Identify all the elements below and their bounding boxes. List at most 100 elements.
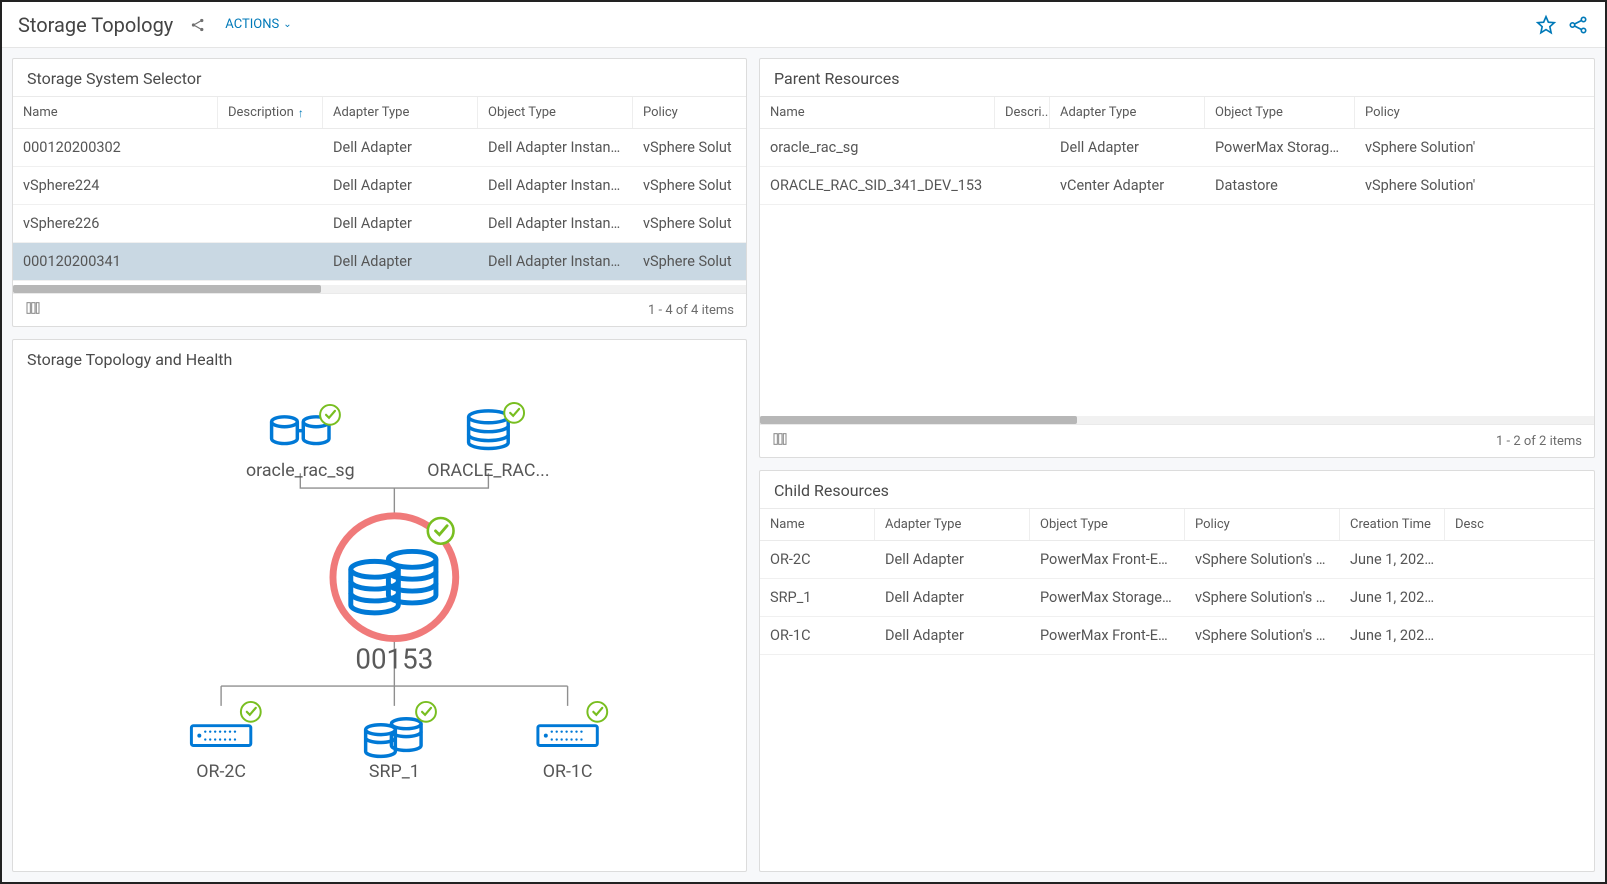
actions-dropdown[interactable]: ACTIONS ⌄ <box>225 17 291 32</box>
table-row[interactable]: ORACLE_RAC_SID_341_DEV_153vCenter Adapte… <box>760 167 1594 205</box>
panel-title: Storage Topology and Health <box>13 340 746 377</box>
cell-policy: vSphere Solut <box>633 167 746 204</box>
col-adapter-type[interactable]: Adapter Type <box>1050 97 1205 128</box>
table-row[interactable]: vSphere226Dell AdapterDell Adapter Insta… <box>13 205 746 243</box>
table-row[interactable]: 000120200302Dell AdapterDell Adapter Ins… <box>13 129 746 167</box>
storage-topology-health-panel: Storage Topology and Health <box>12 339 747 872</box>
col-adapter-type[interactable]: Adapter Type <box>323 97 478 128</box>
cell-adapter: Dell Adapter <box>323 243 478 280</box>
table-row[interactable]: SRP_1Dell AdapterPowerMax Storage ...vSp… <box>760 579 1594 617</box>
table-row[interactable]: vSphere224Dell AdapterDell Adapter Insta… <box>13 167 746 205</box>
cell-adapter: Dell Adapter <box>323 129 478 166</box>
parent-count: 1 - 2 of 2 items <box>1496 434 1582 449</box>
cell-name: 000120200302 <box>13 129 218 166</box>
cell-desc <box>218 129 323 166</box>
cell-name: OR-1C <box>760 617 875 654</box>
col-object-type[interactable]: Object Type <box>1030 509 1185 540</box>
cell-policy: vSphere Solution' <box>1355 129 1594 166</box>
table-row[interactable]: oracle_rac_sg Dell AdapterPowerMax Storag… <box>760 129 1594 167</box>
status-ok-icon <box>428 518 454 544</box>
child-body: OR-2CDell AdapterPowerMax Front-En...vSp… <box>760 541 1594 655</box>
cell-name: vSphere224 <box>13 167 218 204</box>
columns-icon[interactable] <box>772 431 788 451</box>
cell-policy: vSphere Solut <box>633 205 746 242</box>
topo-node-srp-1[interactable]: SRP_1 <box>366 702 436 782</box>
topo-node-or-2c[interactable]: OR-2C <box>191 702 260 782</box>
panel-title: Storage System Selector <box>13 59 746 96</box>
columns-icon[interactable] <box>25 300 41 320</box>
share-icon-header[interactable] <box>1567 14 1589 36</box>
col-name[interactable]: Name <box>760 509 875 540</box>
selector-header: Name Description ↑ Adapter Type Object T… <box>13 96 746 129</box>
cell-name: 000120200341 <box>13 243 218 280</box>
cell-desc <box>995 129 1050 166</box>
child-header: Name Adapter Type Object Type Policy Cre… <box>760 508 1594 541</box>
topo-node-or-1c[interactable]: OR-1C <box>538 702 607 782</box>
child-resources-panel: Child Resources Name Adapter Type Object… <box>759 470 1595 872</box>
cell-ctime: June 1, 2022... <box>1340 579 1445 616</box>
cell-obj: Datastore <box>1205 167 1355 204</box>
svg-text:OR-1C: OR-1C <box>543 761 593 782</box>
col-policy[interactable]: Policy <box>1355 97 1594 128</box>
col-description[interactable]: Description ↑ <box>218 97 323 128</box>
titlebar: Storage Topology ACTIONS ⌄ <box>2 2 1605 48</box>
h-scrollbar[interactable] <box>13 285 746 293</box>
cell-obj: PowerMax Front-En... <box>1030 617 1185 654</box>
right-column: Parent Resources Name Descri... Adapter … <box>759 58 1595 872</box>
topo-node-center[interactable]: 00153 <box>333 516 456 675</box>
col-name[interactable]: Name <box>13 97 218 128</box>
cell-obj: PowerMax Front-En... <box>1030 541 1185 578</box>
cell-name: ORACLE_RAC_SID_341_DEV_153 <box>760 167 995 204</box>
share-icon[interactable] <box>189 16 207 34</box>
svg-text:oracle_rac_sg: oracle_rac_sg <box>246 460 355 481</box>
col-creation-time[interactable]: Creation Time <box>1340 509 1445 540</box>
col-description[interactable]: Desc <box>1445 509 1594 540</box>
svg-text:SRP_1: SRP_1 <box>369 761 420 782</box>
cell-policy: vSphere Solution's D... <box>1185 541 1340 578</box>
cell-ctime: June 1, 2022... <box>1340 617 1445 654</box>
cell-policy: vSphere Solution' <box>1355 167 1594 204</box>
topo-node-oracle-rac-sg[interactable]: oracle_rac_sg <box>246 405 355 481</box>
table-row[interactable]: OR-2CDell AdapterPowerMax Front-En...vSp… <box>760 541 1594 579</box>
cell-adapter: Dell Adapter <box>1050 129 1205 166</box>
col-object-type[interactable]: Object Type <box>478 97 633 128</box>
table-row[interactable]: 000120200341Dell AdapterDell Adapter Ins… <box>13 243 746 281</box>
col-policy[interactable]: Policy <box>633 97 746 128</box>
left-column: Storage System Selector Name Description… <box>12 58 747 872</box>
status-ok-icon <box>504 403 524 423</box>
cell-name: vSphere226 <box>13 205 218 242</box>
cell-desc <box>218 243 323 280</box>
cell-adapter: Dell Adapter <box>875 617 1030 654</box>
cell-policy: vSphere Solution's D... <box>1185 579 1340 616</box>
cell-desc <box>1445 541 1594 578</box>
cell-policy: vSphere Solut <box>633 129 746 166</box>
page-title: Storage Topology <box>18 13 173 37</box>
cell-desc <box>1445 617 1594 654</box>
cell-obj: PowerMax Storage ... <box>1205 129 1355 166</box>
h-scrollbar[interactable] <box>760 416 1594 424</box>
panel-title: Parent Resources <box>760 59 1594 96</box>
actions-label: ACTIONS <box>225 17 279 32</box>
cell-name: SRP_1 <box>760 579 875 616</box>
star-icon[interactable] <box>1535 14 1557 36</box>
chevron-down-icon: ⌄ <box>283 19 291 30</box>
cell-policy: vSphere Solut <box>633 243 746 280</box>
topo-node-oracle-rac-datastore[interactable]: ORACLE_RAC... <box>427 403 549 481</box>
selector-body: 000120200302Dell AdapterDell Adapter Ins… <box>13 129 746 281</box>
table-row[interactable]: OR-1CDell AdapterPowerMax Front-En...vSp… <box>760 617 1594 655</box>
selector-count: 1 - 4 of 4 items <box>648 303 734 318</box>
col-object-type[interactable]: Object Type <box>1205 97 1355 128</box>
sort-asc-icon: ↑ <box>298 106 304 120</box>
cell-name: oracle_rac_sg <box>760 129 995 166</box>
svg-text:ORACLE_RAC...: ORACLE_RAC... <box>427 460 549 481</box>
parent-resources-panel: Parent Resources Name Descri... Adapter … <box>759 58 1595 458</box>
col-description[interactable]: Descri... <box>995 97 1050 128</box>
status-ok-icon <box>587 702 607 722</box>
status-ok-icon <box>416 702 436 722</box>
cell-desc <box>1445 579 1594 616</box>
col-adapter-type[interactable]: Adapter Type <box>875 509 1030 540</box>
cell-desc <box>218 205 323 242</box>
col-name[interactable]: Name <box>760 97 995 128</box>
col-policy[interactable]: Policy <box>1185 509 1340 540</box>
content: Storage System Selector Name Description… <box>2 48 1605 882</box>
